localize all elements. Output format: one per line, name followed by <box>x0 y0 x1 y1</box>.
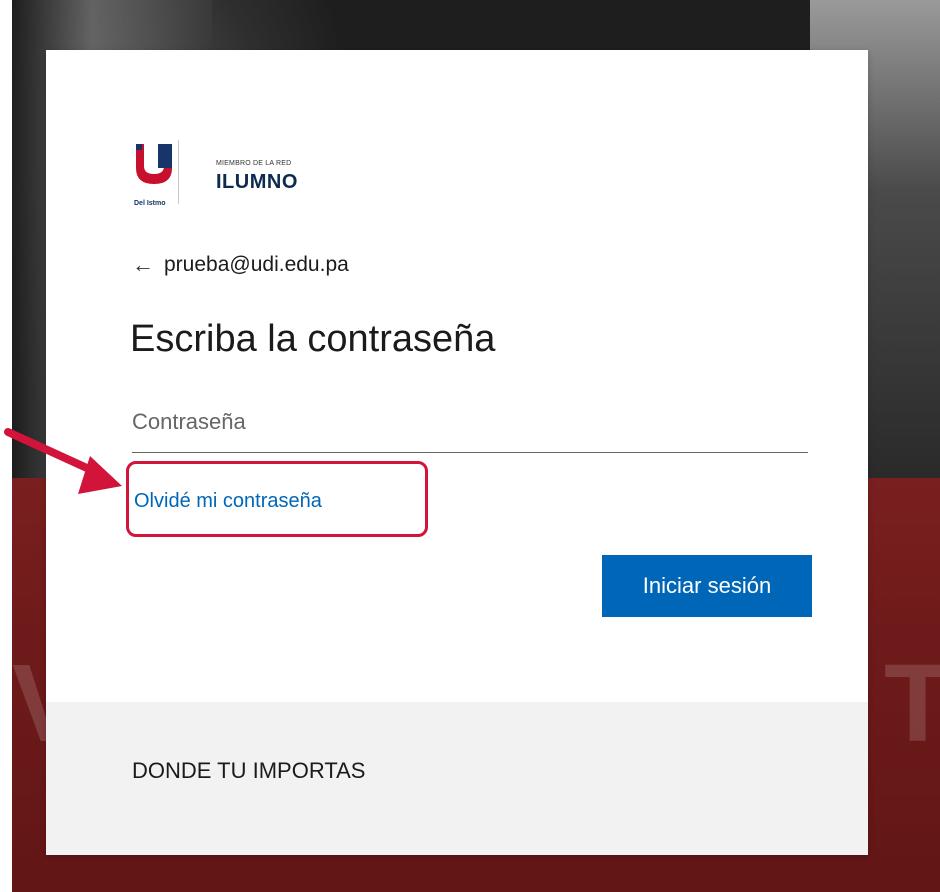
footer-text: DONDE TU IMPORTAS <box>132 758 366 783</box>
back-to-email-link[interactable]: ← prueba@udi.edu.pa <box>132 250 349 280</box>
forgot-password-link[interactable]: Olvidé mi contraseña <box>134 490 322 513</box>
account-email: prueba@udi.edu.pa <box>164 253 349 276</box>
password-field-wrapper <box>132 400 808 453</box>
logo-brand: ILUMNO <box>216 171 298 193</box>
password-input[interactable] <box>132 400 808 444</box>
page-title: Escriba la contraseña <box>130 318 496 360</box>
signin-card-main: MIEMBRO DE LA RED ILUMNO Del Istmo ← pru… <box>46 50 868 702</box>
signin-button[interactable]: Iniciar sesión <box>602 555 812 617</box>
logo-divider <box>178 140 179 204</box>
organization-logo: MIEMBRO DE LA RED ILUMNO Del Istmo <box>134 140 374 207</box>
background-letter-right: T <box>884 642 940 765</box>
signin-card: MIEMBRO DE LA RED ILUMNO Del Istmo ← pru… <box>46 50 868 855</box>
back-arrow-icon[interactable]: ← <box>132 254 154 276</box>
logo-tagline: Del Istmo <box>134 200 166 207</box>
card-footer: DONDE TU IMPORTAS <box>46 702 868 855</box>
logo-pre-title: MIEMBRO DE LA RED <box>216 160 292 167</box>
left-white-strip <box>0 0 12 892</box>
u-logo-icon <box>136 144 172 184</box>
